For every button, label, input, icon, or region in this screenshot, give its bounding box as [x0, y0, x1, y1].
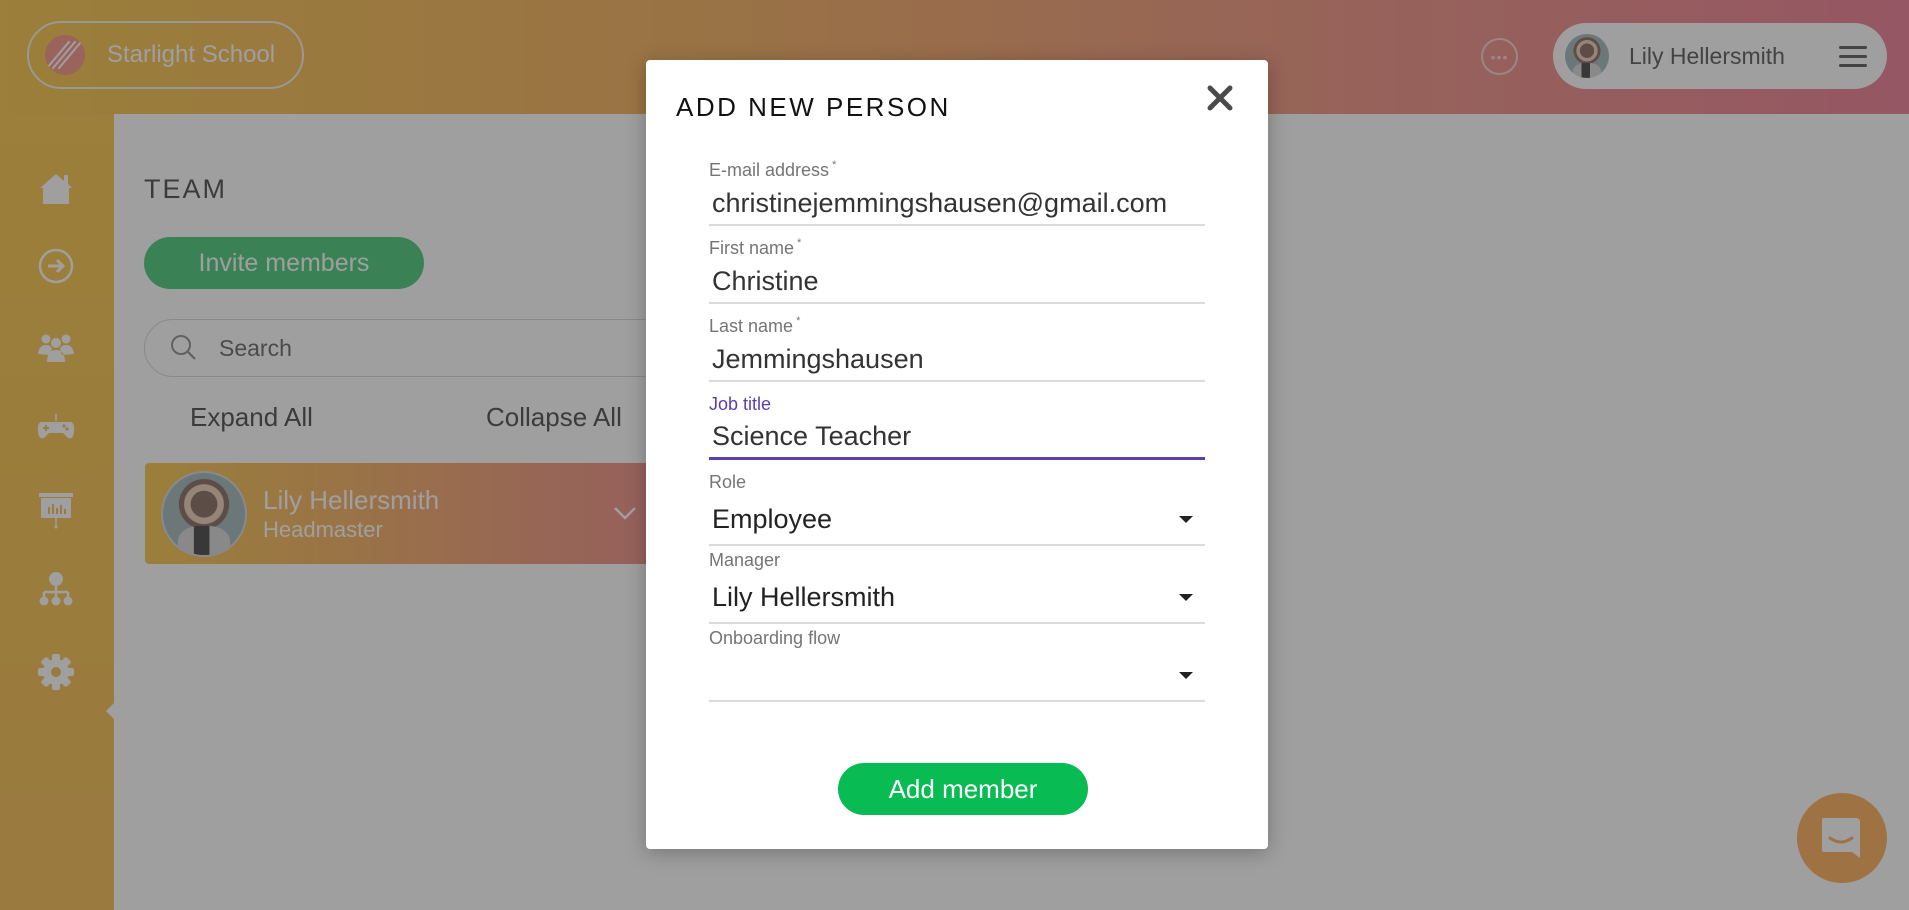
first-name-label: First name — [709, 238, 795, 258]
job-title-input[interactable] — [709, 416, 1205, 460]
first-name-field: First name * — [709, 236, 1205, 304]
add-member-button[interactable]: Add member — [838, 763, 1088, 815]
caret-down-icon — [1179, 516, 1193, 523]
email-field: E-mail address * — [709, 158, 1205, 226]
onboarding-flow-field: Onboarding flow — [709, 626, 1205, 702]
required-marker: * — [796, 315, 801, 327]
required-marker: * — [832, 159, 837, 171]
manager-select[interactable]: Lily Hellersmith — [709, 572, 1205, 624]
manager-field: Manager Lily Hellersmith — [709, 548, 1205, 624]
manager-label: Manager — [709, 550, 781, 570]
caret-down-icon — [1179, 594, 1193, 601]
onboarding-flow-label: Onboarding flow — [709, 628, 841, 648]
role-value: Employee — [712, 503, 833, 534]
role-field: Role Employee — [709, 470, 1205, 546]
dialog-title: ADD NEW PERSON — [676, 92, 951, 122]
role-select[interactable]: Employee — [709, 494, 1205, 546]
job-title-label: Job title — [709, 394, 772, 414]
job-title-field: Job title — [709, 392, 1205, 460]
close-icon[interactable] — [1202, 80, 1238, 116]
email-input[interactable] — [709, 182, 1205, 226]
onboarding-flow-select[interactable] — [709, 650, 1205, 702]
add-person-dialog: ADD NEW PERSON E-mail address* First nam… — [646, 60, 1268, 849]
role-label: Role — [709, 472, 747, 492]
first-name-input[interactable] — [709, 260, 1205, 304]
last-name-field: Last name * — [709, 314, 1205, 382]
caret-down-icon — [1179, 672, 1193, 679]
last-name-label: Last name — [709, 316, 794, 336]
required-marker: * — [797, 237, 802, 249]
last-name-input[interactable] — [709, 338, 1205, 382]
manager-value: Lily Hellersmith — [712, 581, 896, 612]
email-label: E-mail address — [709, 160, 830, 180]
